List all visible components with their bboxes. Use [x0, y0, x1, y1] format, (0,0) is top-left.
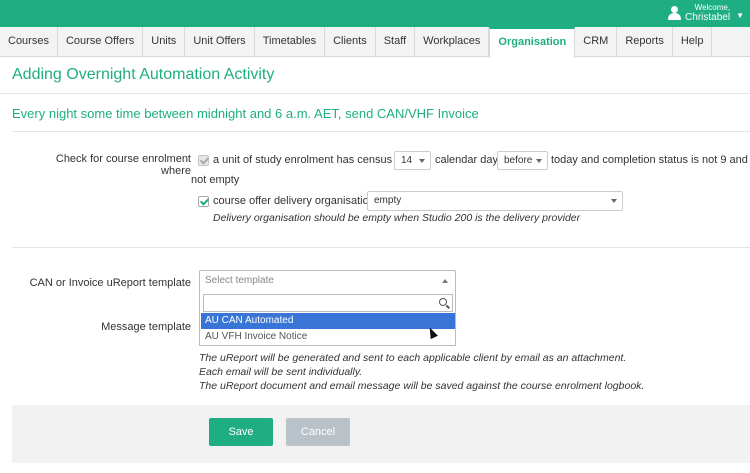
census-relation-select[interactable]: before: [497, 151, 548, 170]
template-option-au-vfh-invoice-notice[interactable]: AU VFH Invoice Notice: [201, 329, 455, 345]
template-search-input[interactable]: [203, 294, 453, 312]
census-days-select[interactable]: 14: [394, 151, 431, 170]
tab-clients[interactable]: Clients: [325, 27, 376, 56]
chevron-down-icon: [419, 159, 425, 163]
chevron-down-icon[interactable]: ▼: [736, 11, 744, 20]
tab-workplaces[interactable]: Workplaces: [415, 27, 490, 56]
user-info: Welcome, Christabel: [685, 3, 730, 23]
note-line: The uReport document and email message w…: [199, 380, 645, 392]
divider: [0, 93, 750, 94]
chevron-down-icon: [536, 159, 542, 163]
divider: [12, 131, 750, 132]
template-label: CAN or Invoice uReport template: [29, 277, 191, 289]
chevron-up-icon: [442, 279, 448, 283]
note-line: The uReport will be generated and sent t…: [199, 352, 627, 364]
template-placeholder: Select template: [205, 275, 274, 286]
census-relation-value: before: [504, 155, 533, 166]
cancel-button[interactable]: Cancel: [286, 418, 350, 446]
template-dropdown: AU CAN Automated AU VFH Invoice Notice: [199, 291, 456, 346]
delivery-note: Delivery organisation should be empty wh…: [213, 212, 581, 224]
tab-course-offers[interactable]: Course Offers: [58, 27, 144, 56]
census-text-1: a unit of study enrolment has census dat…: [213, 154, 417, 166]
form-actions: Save Cancel: [12, 405, 750, 463]
search-icon: [439, 298, 447, 306]
user-name: Christabel: [685, 12, 731, 23]
page-subtitle: Every night some time between midnight a…: [12, 106, 479, 121]
census-text-3: today and completion status is not 9 and: [551, 154, 748, 166]
census-checkbox[interactable]: [198, 155, 209, 166]
save-button[interactable]: Save: [209, 418, 273, 446]
user-icon: [668, 6, 682, 20]
tab-staff[interactable]: Staff: [376, 27, 416, 56]
delivery-text: course offer delivery organisation is: [213, 195, 386, 207]
delivery-select[interactable]: empty: [367, 191, 623, 211]
tab-organisation[interactable]: Organisation: [489, 27, 576, 58]
note-line: Each email will be sent individually.: [199, 366, 363, 378]
message-label: Message template: [101, 321, 191, 333]
tab-courses[interactable]: Courses: [0, 27, 58, 56]
tab-crm[interactable]: CRM: [575, 27, 618, 56]
tab-unit-offers[interactable]: Unit Offers: [185, 27, 255, 56]
tab-units[interactable]: Units: [143, 27, 186, 56]
check-label: Check for course enrolment where: [55, 153, 191, 177]
chevron-down-icon: [611, 199, 617, 203]
main-nav: Courses Course Offers Units Unit Offers …: [0, 27, 750, 58]
template-option-au-can-automated[interactable]: AU CAN Automated: [201, 313, 455, 329]
user-menu[interactable]: Welcome, Christabel ▼: [668, 3, 744, 23]
divider: [12, 247, 750, 248]
tab-timetables[interactable]: Timetables: [255, 27, 326, 56]
tab-reports[interactable]: Reports: [617, 27, 673, 56]
census-text-4: not empty: [191, 174, 240, 186]
census-text-2: calendar days: [435, 154, 504, 166]
census-days-value: 14: [401, 155, 413, 166]
delivery-value: empty: [374, 195, 402, 206]
delivery-checkbox[interactable]: [198, 196, 209, 207]
template-select[interactable]: Select template: [199, 270, 456, 292]
page-title: Adding Overnight Automation Activity: [12, 66, 275, 83]
top-header: Welcome, Christabel ▼: [0, 0, 750, 27]
tab-help[interactable]: Help: [673, 27, 713, 56]
